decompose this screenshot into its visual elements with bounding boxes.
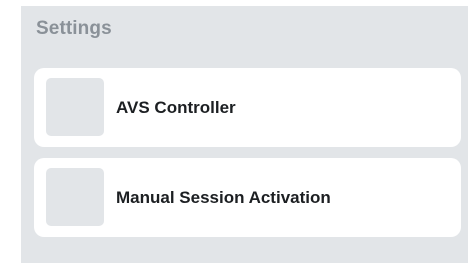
settings-panel: Settings AVS Controller Manual Session A…: [21, 6, 468, 263]
avs-controller-icon: [46, 78, 104, 136]
settings-item-manual-session-activation[interactable]: Manual Session Activation: [34, 158, 461, 237]
settings-item-label: Manual Session Activation: [116, 188, 331, 207]
settings-item-avs-controller[interactable]: AVS Controller: [34, 68, 461, 147]
settings-section-title: Settings: [36, 18, 112, 39]
settings-item-label: AVS Controller: [116, 98, 236, 117]
manual-session-activation-icon: [46, 168, 104, 226]
